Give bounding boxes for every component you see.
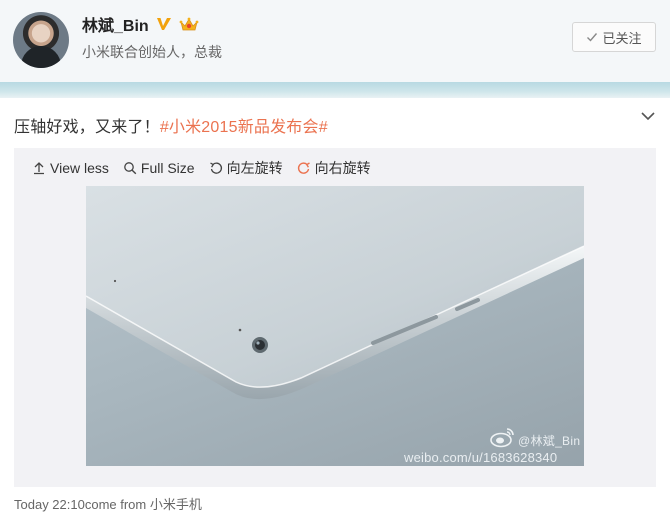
magnifier-icon [124, 162, 137, 175]
hashtag-link[interactable]: #小米2015新品发布会# [160, 119, 328, 136]
rotate-right-label: 向右旋转 [314, 160, 371, 176]
following-button[interactable]: 已关注 [572, 22, 656, 52]
rotate-right-button[interactable]: 向右旋转 [297, 158, 371, 178]
user-name[interactable]: 林斌_Bin [82, 12, 149, 36]
rotate-right-icon [297, 162, 310, 174]
media-toolbar: View less Full Size 向左旋转 向右旋转 [32, 158, 371, 178]
rotate-left-icon [209, 162, 222, 174]
post-footer: Today 22:10come from 小米手机 [14, 494, 202, 513]
divider-stripe [0, 82, 670, 98]
full-size-button[interactable]: Full Size [123, 158, 195, 178]
post-time[interactable]: Today 22:10 [14, 497, 85, 512]
come-from-label: come from [84, 497, 147, 512]
checkmark-icon [587, 33, 598, 42]
avatar[interactable] [13, 12, 69, 68]
post-source[interactable]: 小米手机 [150, 497, 202, 512]
view-less-button[interactable]: View less [32, 158, 109, 178]
following-label: 已关注 [602, 30, 642, 46]
view-less-label: View less [50, 160, 109, 176]
full-size-label: Full Size [140, 160, 195, 176]
name-row: 林斌_Bin [82, 12, 199, 36]
watermark-url: weibo.com/u/1683628340 [404, 450, 558, 465]
arrow-up-icon [34, 162, 44, 175]
user-bio: 小米联合创始人，总裁 [82, 44, 222, 60]
profile-header: 林斌_Bin 小米联合创始人，总裁 已关注 [0, 0, 670, 82]
post-image[interactable]: @林斌_Bin weibo.com/u/1683628340 [86, 186, 584, 466]
post-text-body: 压轴好戏，又来了！ [14, 119, 160, 136]
watermark-handle: @林斌_Bin [518, 434, 581, 448]
rotate-left-button[interactable]: 向左旋转 [209, 158, 283, 178]
verified-v-icon[interactable] [155, 15, 173, 33]
weibo-logo-icon [490, 426, 516, 448]
rotate-left-label: 向左旋转 [226, 160, 283, 176]
chevron-down-icon[interactable] [638, 106, 658, 126]
crown-icon[interactable] [179, 15, 199, 33]
post-text: 压轴好戏，又来了！#小米2015新品发布会# [14, 113, 328, 137]
media-viewer: View less Full Size 向左旋转 向右旋转 @林斌_Bin we… [14, 148, 656, 487]
